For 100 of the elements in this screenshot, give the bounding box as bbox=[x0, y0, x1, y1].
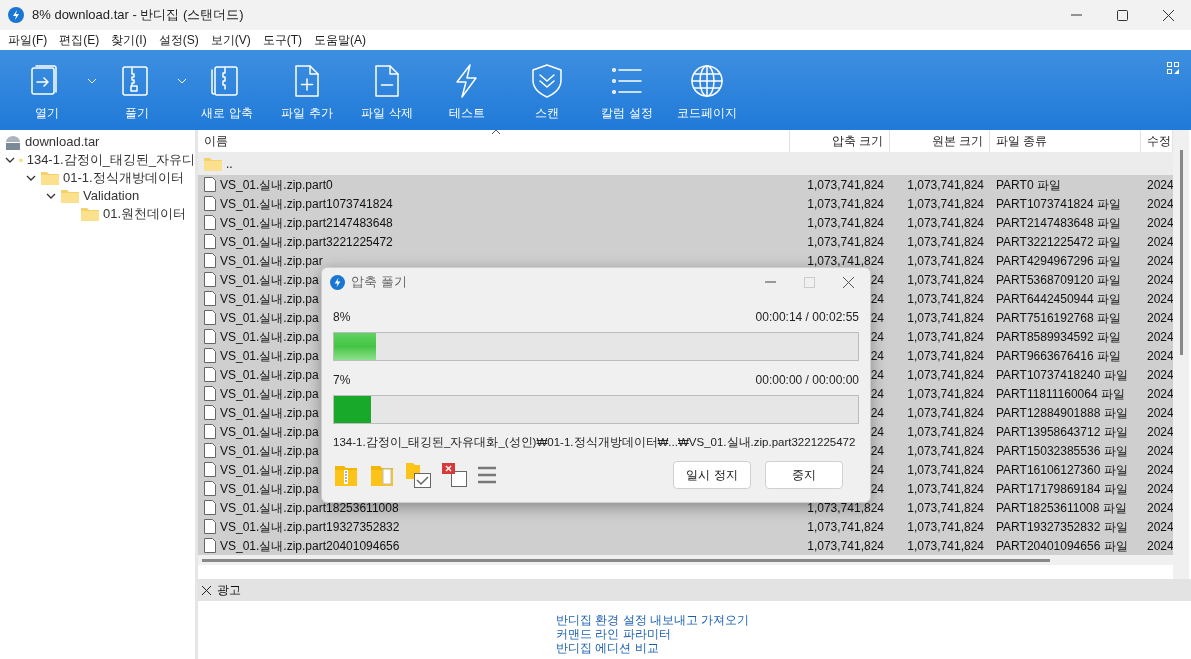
elapsed-time: 00:00:00 / 00:00:00 bbox=[755, 372, 859, 389]
table-cell-text: 1,073,741,824 bbox=[907, 385, 984, 403]
table-cell-text: 24 bbox=[870, 461, 884, 479]
table-cell-text: 2024 bbox=[1147, 385, 1173, 403]
table-cell-text: 1,073,741,824 bbox=[907, 252, 984, 270]
table-cell-text: 2024 bbox=[1147, 233, 1173, 251]
table-cell-text: 1,073,741,824 bbox=[907, 347, 984, 365]
progress-percent: 8% bbox=[333, 309, 351, 326]
table-cell-text: VS_01.실내.zip.part2147483648 bbox=[220, 214, 393, 232]
table-cell-text: 2024 bbox=[1147, 214, 1173, 232]
table-cell-text: PART7516192768 파일 bbox=[996, 309, 1121, 327]
table-cell-text: 24 bbox=[870, 480, 884, 498]
table-cell-text: 1,073,741,824 bbox=[907, 214, 984, 232]
table-cell-text: 24 bbox=[870, 290, 884, 308]
table-cell-text: 2024 bbox=[1147, 195, 1173, 213]
table-cell-text: 24 bbox=[870, 347, 884, 365]
table-cell-text: VS_01.실내.zip.pa bbox=[220, 423, 319, 441]
dialog-title: 압축 풀기 bbox=[351, 273, 407, 292]
table-cell-text: 2024 bbox=[1147, 252, 1173, 270]
table-cell-text: 2024 bbox=[1147, 366, 1173, 384]
table-cell-text: PART19327352832 파일 bbox=[996, 518, 1128, 536]
table-cell-text: PART13958643712 파일 bbox=[996, 423, 1128, 441]
table-cell-text: PART6442450944 파일 bbox=[996, 290, 1121, 308]
table-cell-text: 2024 bbox=[1147, 176, 1173, 194]
table-cell-text: PART5368709120 파일 bbox=[996, 271, 1121, 289]
table-cell-text: PART0 파일 bbox=[996, 176, 1061, 194]
table-cell-text: PART4294967296 파일 bbox=[996, 252, 1121, 270]
table-cell-text: PART18253611008 파일 bbox=[996, 499, 1127, 517]
table-cell-text: 2024 bbox=[1147, 347, 1173, 365]
table-cell-text: 1,073,741,824 bbox=[807, 518, 884, 536]
table-cell-text: 2024 bbox=[1147, 499, 1173, 517]
table-cell-text: 24 bbox=[870, 385, 884, 403]
table-cell-text: PART2147483648 파일 bbox=[996, 214, 1121, 232]
window-title: 8% download.tar - 반디집 (스탠더드) bbox=[32, 6, 244, 25]
table-cell-text: PART15032385536 파일 bbox=[996, 442, 1128, 460]
table-cell-text: 1,073,741,824 bbox=[807, 214, 884, 232]
table-cell-text: 1,073,741,824 bbox=[907, 423, 984, 441]
table-cell-text: 1,073,741,824 bbox=[907, 309, 984, 327]
table-cell-text: VS_01.실내.zip.part3221225472 bbox=[220, 233, 393, 251]
table-cell-text: 1,073,741,824 bbox=[907, 233, 984, 251]
table-cell-text: 2024 bbox=[1147, 328, 1173, 346]
table-cell-text: 24 bbox=[870, 309, 884, 327]
table-cell-text: VS_01.실내.zip.pa bbox=[220, 461, 319, 479]
table-cell-text: 1,073,741,824 bbox=[807, 537, 884, 555]
table-cell-text: VS_01.실내.zip.pa bbox=[220, 385, 319, 403]
table-cell-text: 1,073,741,824 bbox=[907, 366, 984, 384]
table-cell-text: 1,073,741,824 bbox=[807, 252, 884, 270]
table-cell-text: 2024 bbox=[1147, 290, 1173, 308]
table-cell-text: 24 bbox=[870, 271, 884, 289]
table-cell-text: 1,073,741,824 bbox=[907, 404, 984, 422]
table-cell-text: 2024 bbox=[1147, 442, 1173, 460]
table-cell-text: VS_01.실내.zip.part19327352832 bbox=[220, 518, 400, 536]
table-cell-text: 1,073,741,824 bbox=[907, 442, 984, 460]
table-cell-text: 1,073,741,824 bbox=[907, 480, 984, 498]
table-cell-text: 24 bbox=[870, 366, 884, 384]
table-cell-text: 1,073,741,824 bbox=[907, 518, 984, 536]
table-cell-text: VS_01.실내.zip.pa bbox=[220, 290, 319, 308]
table-cell-text: VS_01.실내.zip.pa bbox=[220, 366, 319, 384]
table-cell-text: 24 bbox=[870, 442, 884, 460]
progress-percent: 7% bbox=[333, 372, 351, 389]
table-cell-text: VS_01.실내.zip.pa bbox=[220, 328, 319, 346]
table-cell-text: 2024 bbox=[1147, 537, 1173, 555]
table-cell-text: VS_01.실내.zip.pa bbox=[220, 480, 319, 498]
table-cell-text: 1,073,741,824 bbox=[807, 176, 884, 194]
table-cell-text: PART8589934592 파일 bbox=[996, 328, 1121, 346]
table-cell-text: VS_01.실내.zip.part20401094656 bbox=[220, 537, 400, 555]
table-cell-text: PART11811160064 파일 bbox=[996, 385, 1125, 403]
table-cell-text: 24 bbox=[870, 423, 884, 441]
table-cell-text: 1,073,741,824 bbox=[907, 176, 984, 194]
table-cell-text: 2024 bbox=[1147, 423, 1173, 441]
table-cell-text: VS_01.실내.zip.pa bbox=[220, 347, 319, 365]
table-cell-text: 1,073,741,824 bbox=[907, 271, 984, 289]
table-cell-text: PART9663676416 파일 bbox=[996, 347, 1121, 365]
elapsed-time: 00:00:14 / 00:02:55 bbox=[755, 309, 859, 326]
table-cell-text: 1,073,741,824 bbox=[907, 195, 984, 213]
table-cell-text: VS_01.실내.zip.pa bbox=[220, 271, 319, 289]
table-cell-text: PART1073741824 파일 bbox=[996, 195, 1121, 213]
table-cell-text: PART17179869184 파일 bbox=[996, 480, 1128, 498]
table-cell-text: VS_01.실내.zip.par bbox=[220, 252, 323, 270]
table-cell-text: VS_01.실내.zip.part18253611008 bbox=[220, 499, 399, 517]
table-cell-text: PART12884901888 파일 bbox=[996, 404, 1128, 422]
table-cell-text: 24 bbox=[870, 328, 884, 346]
table-cell-text: VS_01.실내.zip.part1073741824 bbox=[220, 195, 393, 213]
table-cell-text: VS_01.실내.zip.pa bbox=[220, 309, 319, 327]
table-cell-text: PART16106127360 파일 bbox=[996, 461, 1128, 479]
table-cell-text: 1,073,741,824 bbox=[907, 499, 984, 517]
table-cell-text: VS_01.실내.zip.pa bbox=[220, 442, 319, 460]
table-cell-text: PART20401094656 파일 bbox=[996, 537, 1128, 555]
table-cell-text: PART10737418240 파일 bbox=[996, 366, 1128, 384]
ad-title: 광고 bbox=[217, 582, 241, 599]
table-cell-text: 1,073,741,824 bbox=[907, 328, 984, 346]
table-cell-text: VS_01.실내.zip.pa bbox=[220, 404, 319, 422]
table-cell-text: 1,073,741,824 bbox=[907, 537, 984, 555]
table-cell-text: 2024 bbox=[1147, 271, 1173, 289]
table-cell-text: 2024 bbox=[1147, 480, 1173, 498]
table-cell-text: 1,073,741,824 bbox=[807, 499, 884, 517]
table-cell-text: VS_01.실내.zip.part0 bbox=[220, 176, 333, 194]
table-cell-text: 24 bbox=[870, 404, 884, 422]
table-cell-text: 2024 bbox=[1147, 461, 1173, 479]
table-cell-text: 1,073,741,824 bbox=[907, 461, 984, 479]
